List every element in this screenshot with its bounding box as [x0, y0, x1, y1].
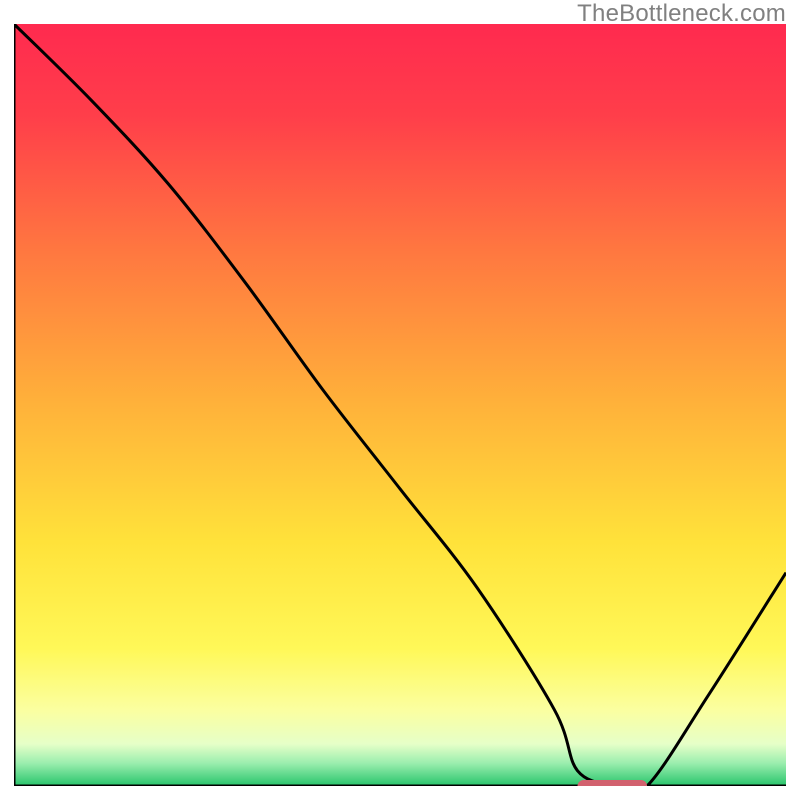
- plot-area: [14, 24, 786, 786]
- optimal-range-marker: [578, 780, 647, 786]
- bottleneck-chart: TheBottleneck.com: [0, 0, 800, 800]
- chart-svg: [14, 24, 786, 786]
- gradient-background: [14, 24, 786, 786]
